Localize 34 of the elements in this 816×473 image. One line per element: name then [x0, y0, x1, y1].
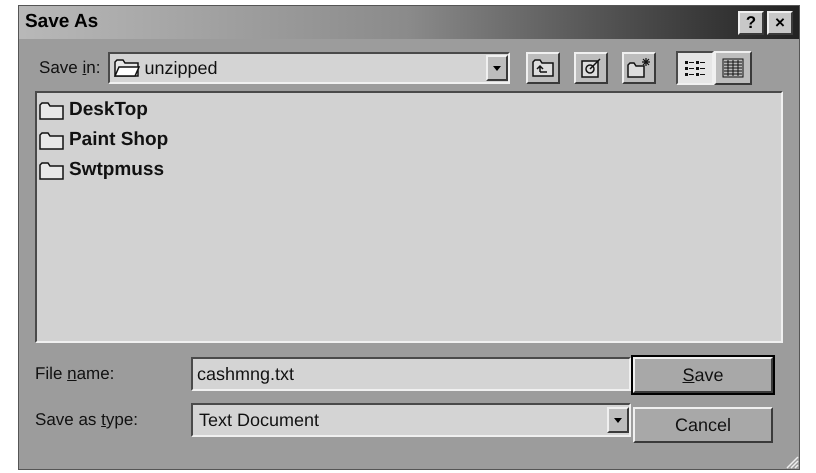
dropdown-button[interactable]	[607, 407, 629, 433]
save-as-type-label: Save as type:	[35, 409, 140, 432]
file-name-field[interactable]: cashmng.txt	[191, 357, 631, 391]
details-view-button[interactable]	[714, 51, 752, 85]
list-view-button[interactable]	[676, 51, 714, 85]
folder-icon	[39, 100, 65, 120]
window-title: Save As	[25, 10, 98, 34]
save-in-label: Save in:	[39, 57, 100, 80]
up-folder-icon	[532, 58, 554, 78]
file-name-label: File name:	[35, 363, 116, 386]
folder-item[interactable]: Swtpmuss	[39, 157, 781, 184]
save-as-type-dropdown[interactable]: Text Document	[191, 403, 631, 437]
help-button[interactable]: ?	[738, 10, 764, 34]
folder-icon	[39, 160, 65, 180]
details-view-icon	[722, 58, 744, 78]
new-folder-button[interactable]	[622, 52, 656, 84]
desktop-icon	[580, 57, 602, 79]
folder-name: unzipped	[144, 56, 219, 80]
folder-icon	[39, 130, 65, 150]
list-view-icon	[684, 58, 706, 78]
save-button[interactable]: Save	[633, 357, 773, 393]
folder-item[interactable]: Paint Shop	[39, 127, 781, 154]
save-in-dropdown[interactable]: unzipped	[108, 52, 510, 84]
folder-icon	[114, 58, 140, 78]
cancel-button[interactable]: Cancel	[633, 407, 773, 443]
folder-item[interactable]: DeskTop	[39, 97, 781, 124]
new-folder-icon	[627, 57, 652, 79]
up-one-level-button[interactable]	[526, 52, 560, 84]
caret-icon	[493, 66, 502, 70]
desktop-button[interactable]	[574, 52, 608, 84]
dropdown-button[interactable]	[486, 55, 508, 81]
resize-grip-icon	[785, 455, 799, 469]
caret-icon	[614, 418, 622, 422]
close-button[interactable]: ×	[767, 10, 793, 34]
